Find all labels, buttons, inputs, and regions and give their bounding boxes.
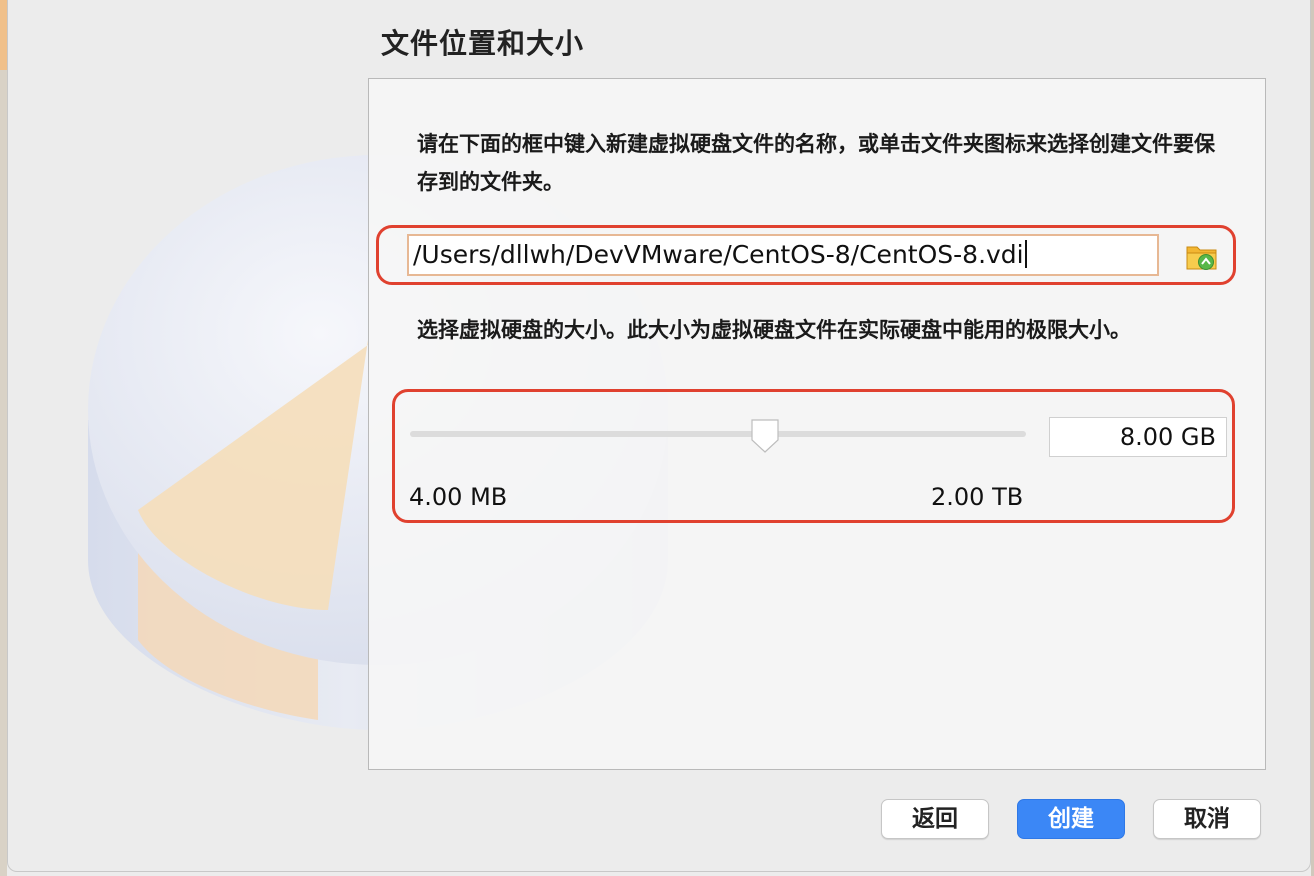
location-description: 请在下面的框中键入新建虚拟硬盘文件的名称，或单击文件夹图标来选择创建文件要保存到… [417, 132, 1215, 194]
content-panel: 请在下面的框中键入新建虚拟硬盘文件的名称，或单击文件夹图标来选择创建文件要保存到… [368, 78, 1266, 770]
cancel-button[interactable]: 取消 [1153, 799, 1261, 839]
disk-size-slider-track[interactable] [410, 431, 1026, 437]
back-button[interactable]: 返回 [881, 799, 989, 839]
page-title: 文件位置和大小 [381, 27, 585, 60]
create-button[interactable]: 创建 [1017, 799, 1125, 839]
disk-file-path-value[interactable]: /Users/dllwh/DevVMware/CentOS-8/CentOS-8… [413, 240, 1024, 269]
disk-size-slider-thumb[interactable] [749, 418, 781, 454]
disk-file-path-input[interactable]: /Users/dllwh/DevVMware/CentOS-8/CentOS-8… [407, 234, 1159, 276]
background-window-edge [0, 0, 7, 876]
text-caret [1024, 240, 1027, 268]
size-description: 选择虚拟硬盘的大小。此大小为虚拟硬盘文件在实际硬盘中能用的极限大小。 [417, 318, 1131, 342]
folder-browse-icon[interactable] [1185, 239, 1219, 273]
disk-size-input[interactable]: 8.00 GB [1049, 417, 1227, 457]
max-size-label: 2.00 TB [931, 483, 1024, 511]
min-size-label: 4.00 MB [409, 483, 508, 511]
